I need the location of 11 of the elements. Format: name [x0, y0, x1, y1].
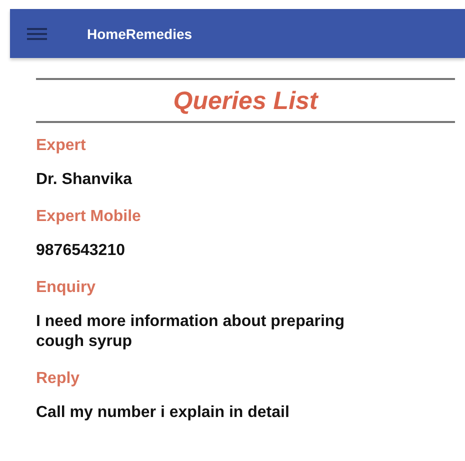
menu-icon[interactable] [27, 28, 47, 40]
field-value: I need more information about preparing cough syrup [36, 312, 346, 352]
field-label: Enquiry [36, 278, 97, 297]
field-value: 9876543210 [36, 240, 126, 261]
app-title: HomeRemedies [87, 26, 192, 42]
field-value: Call my number i explain in detail [36, 403, 290, 424]
field-label: Reply [36, 370, 81, 388]
page-heading: Queries List [172, 86, 320, 117]
field-value: Dr. Shanvika [36, 170, 134, 190]
field-label: Expert Mobile [36, 208, 142, 226]
field-label: Expert [36, 137, 87, 155]
